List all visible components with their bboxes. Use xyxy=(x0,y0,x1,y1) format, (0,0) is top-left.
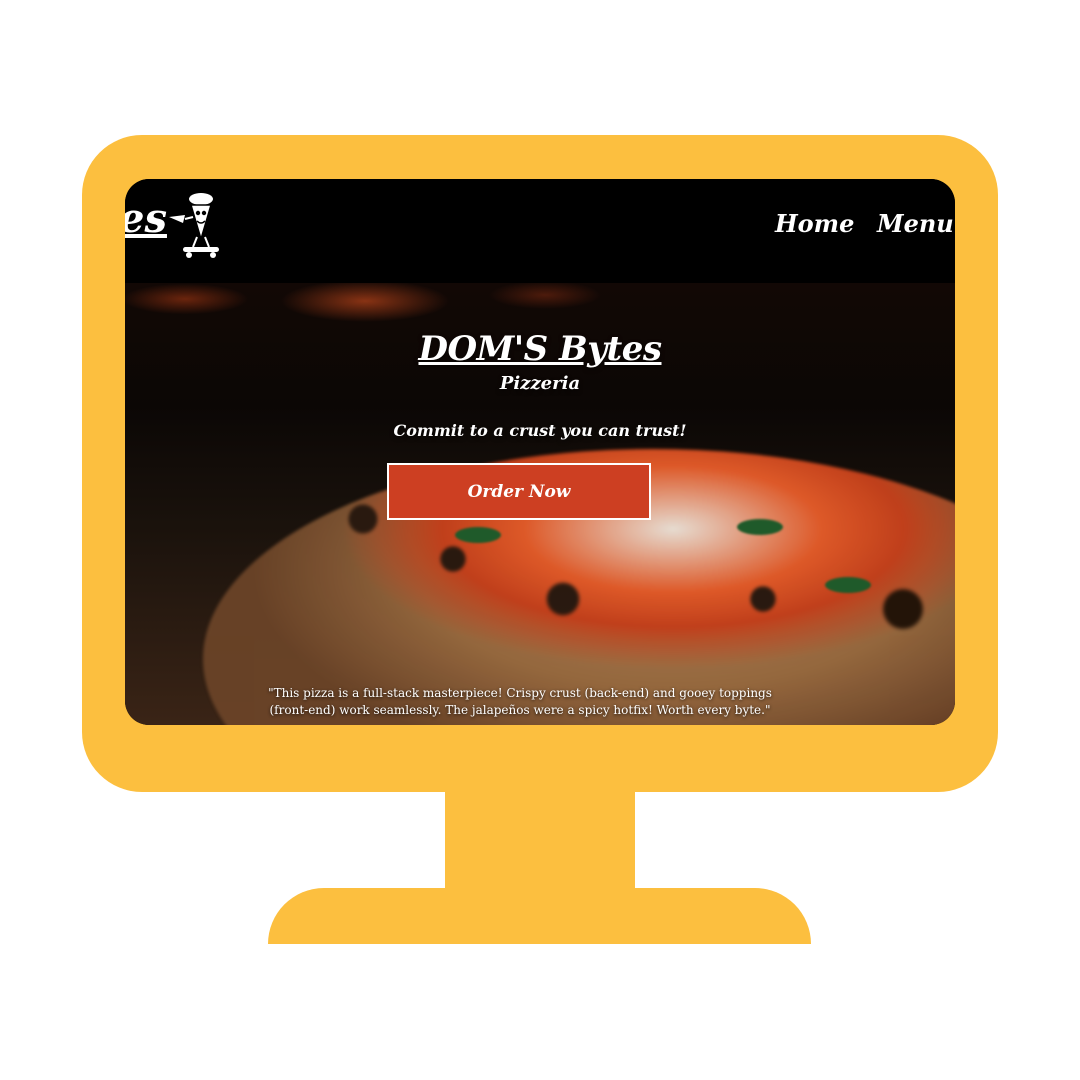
order-now-button[interactable]: Order Now xyxy=(387,463,651,520)
basil-leaf xyxy=(825,577,871,593)
hero-title: DOM'S Bytes xyxy=(418,329,662,369)
nav-home-link[interactable]: Home xyxy=(775,209,854,238)
monitor-neck xyxy=(445,780,635,900)
hero-subtitle: Pizzeria xyxy=(499,373,581,394)
hero-tagline: Commit to a crust you can trust! xyxy=(393,421,687,440)
basil-leaf xyxy=(737,519,783,535)
testimonial-line: (front-end) work seamlessly. The jalapeñ… xyxy=(269,703,771,717)
basil-leaf xyxy=(455,527,501,543)
navbar: es Home Menu xyxy=(125,179,955,283)
pizza-mascot-skateboard-icon[interactable] xyxy=(165,189,229,259)
testimonial-quote: "This pizza is a full-stack masterpiece!… xyxy=(255,685,785,719)
testimonial-line: "This pizza is a full-stack masterpiece!… xyxy=(268,686,772,700)
nav-menu-link[interactable]: Menu xyxy=(877,209,954,238)
monitor-base xyxy=(268,888,811,944)
monitor-screen: es Home Menu DOM'S Bytes Pizzeria Commit… xyxy=(125,179,955,725)
logo-text[interactable]: es xyxy=(125,195,167,242)
